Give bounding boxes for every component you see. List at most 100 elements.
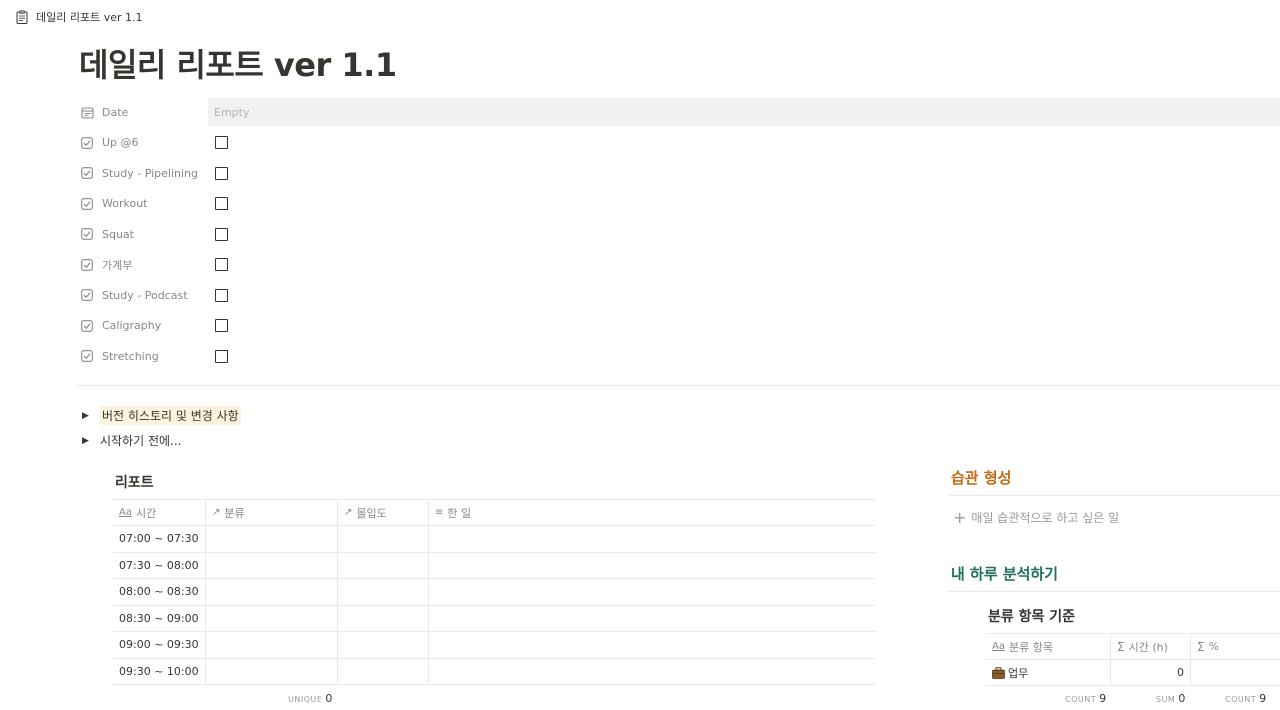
- cell-focus[interactable]: [338, 526, 429, 552]
- column-header-focus[interactable]: ↗ 몰입도: [338, 500, 429, 525]
- sigma-icon: Σ: [1117, 639, 1125, 654]
- cell-done[interactable]: [429, 579, 876, 605]
- column-header-percent[interactable]: Σ %: [1191, 634, 1280, 659]
- column-label: 시간: [135, 506, 157, 520]
- property-value: [208, 251, 1280, 279]
- toggle-version-history[interactable]: ▶ 버전 히스토리 및 변경 사항: [82, 406, 241, 425]
- property-checkbox-row: Study - Pipelining: [76, 158, 1280, 189]
- checkbox[interactable]: [215, 136, 228, 150]
- property-label[interactable]: Study - Podcast: [76, 288, 208, 302]
- cell-focus[interactable]: [338, 605, 429, 631]
- property-checkbox-row: Study - Podcast: [76, 280, 1280, 311]
- cell-time[interactable]: 09:30 ~ 10:00: [113, 658, 206, 684]
- cell-focus[interactable]: [338, 632, 429, 658]
- property-label[interactable]: Up @6: [76, 136, 208, 150]
- property-label[interactable]: Stretching: [76, 349, 208, 363]
- property-label[interactable]: 가계부: [76, 257, 208, 273]
- property-label[interactable]: Workout: [76, 197, 208, 211]
- checkbox[interactable]: [215, 288, 228, 302]
- property-date-label[interactable]: Date: [76, 105, 208, 119]
- cell-done[interactable]: [429, 606, 876, 632]
- cell-category[interactable]: [206, 658, 338, 684]
- cell-time[interactable]: 07:30 ~ 08:00: [113, 552, 206, 578]
- column-header-category[interactable]: ↗ 분류: [206, 500, 338, 525]
- checkbox[interactable]: [215, 349, 228, 363]
- cell-done[interactable]: [429, 553, 876, 579]
- checkbox-property-icon: [80, 258, 94, 272]
- property-value: [208, 342, 1280, 370]
- plus-icon: +: [953, 507, 967, 527]
- cell-done[interactable]: [429, 659, 876, 685]
- cell-time[interactable]: 07:00 ~ 07:30: [113, 526, 206, 552]
- divider: [949, 591, 1280, 592]
- checkbox[interactable]: [215, 166, 228, 180]
- cell-hours[interactable]: 0: [1111, 660, 1191, 685]
- cell-category[interactable]: [206, 632, 338, 658]
- property-name: Study - Pipelining: [102, 166, 199, 180]
- column-header-hours[interactable]: Σ 시간 (h): [1111, 634, 1191, 659]
- checkbox-property-icon: [80, 288, 94, 302]
- report-db-title[interactable]: 리포트: [115, 472, 154, 492]
- category-name: 업무: [1008, 666, 1029, 680]
- category-aggregate-count[interactable]: COUNT 9: [1065, 692, 1106, 705]
- page-title[interactable]: 데일리 리포트 ver 1.1: [79, 40, 397, 86]
- aa-icon: Aa: [992, 641, 1005, 652]
- cell-time[interactable]: 08:30 ~ 09:00: [113, 605, 206, 631]
- cell-category[interactable]: [206, 605, 338, 631]
- page-properties: Date Empty Up @6 Study - Pipelining Work…: [76, 97, 1280, 372]
- checkbox[interactable]: [215, 197, 228, 211]
- add-habit-button[interactable]: + 매일 습관적으로 하고 싶은 일: [953, 509, 1119, 526]
- property-checkbox-row: Workout: [76, 189, 1280, 220]
- cell-focus[interactable]: [338, 552, 429, 578]
- property-checkbox-row: Squat: [76, 219, 1280, 250]
- checkbox-property-icon: [80, 319, 94, 333]
- table-row: 08:00 ~ 08:30: [113, 579, 876, 606]
- checkbox[interactable]: [215, 227, 228, 241]
- cell-percent[interactable]: [1191, 660, 1280, 685]
- column-header-time[interactable]: Aa 시간: [113, 500, 206, 525]
- breadcrumb-link[interactable]: 데일리 리포트 ver 1.1: [36, 9, 143, 25]
- column-header-category[interactable]: Aa 분류 항목: [986, 634, 1111, 659]
- toggle-label: 시작하기 전에...: [100, 434, 182, 448]
- percent-aggregate-count[interactable]: COUNT 9: [1225, 692, 1266, 705]
- column-header-done[interactable]: ≡ 한 일: [429, 500, 876, 525]
- cell-done[interactable]: [429, 632, 876, 658]
- property-label[interactable]: Squat: [76, 227, 208, 241]
- cell-focus[interactable]: [338, 658, 429, 684]
- property-label[interactable]: Study - Pipelining: [76, 166, 208, 180]
- toggle-triangle-icon[interactable]: ▶: [82, 411, 92, 421]
- property-checkbox-row: Up @6: [76, 128, 1280, 159]
- cell-category[interactable]: [206, 526, 338, 552]
- property-value: [208, 159, 1280, 187]
- cell-focus[interactable]: [338, 579, 429, 605]
- property-date: Date Empty: [76, 97, 1280, 128]
- aggregate-value: 9: [1099, 692, 1107, 705]
- cell-category-name[interactable]: 업무: [986, 660, 1111, 685]
- divider: [76, 385, 1280, 386]
- cell-category[interactable]: [206, 579, 338, 605]
- habit-heading[interactable]: 습관 형성: [951, 467, 1011, 488]
- aggregate-label: COUNT: [1225, 695, 1257, 704]
- property-name: Date: [102, 105, 129, 119]
- aggregate-value: 0: [325, 692, 333, 705]
- table-row: 09:30 ~ 10:00: [113, 658, 876, 685]
- property-value: [208, 312, 1280, 340]
- category-db-title[interactable]: 분류 항목 기준: [988, 606, 1075, 626]
- cell-time[interactable]: 08:00 ~ 08:30: [113, 579, 206, 605]
- toggle-before-start[interactable]: ▶ 시작하기 전에...: [82, 432, 182, 449]
- report-aggregate[interactable]: UNIQUE 0: [288, 692, 332, 705]
- cell-done[interactable]: [429, 526, 876, 552]
- property-name: Caligraphy: [102, 319, 162, 333]
- checkbox[interactable]: [215, 258, 228, 272]
- checkbox[interactable]: [215, 319, 228, 333]
- date-value-field[interactable]: Empty: [208, 98, 1280, 127]
- cell-category[interactable]: [206, 552, 338, 578]
- toggle-triangle-icon[interactable]: ▶: [82, 436, 92, 446]
- table-row: 07:00 ~ 07:30: [113, 526, 876, 553]
- analysis-heading[interactable]: 내 하루 분석하기: [951, 563, 1058, 584]
- column-label: 한 일: [447, 506, 472, 520]
- relation-arrow-icon: ↗: [344, 507, 353, 518]
- property-label[interactable]: Caligraphy: [76, 319, 208, 333]
- hours-aggregate-sum[interactable]: SUM 0: [1156, 692, 1185, 705]
- cell-time[interactable]: 09:00 ~ 09:30: [113, 632, 206, 658]
